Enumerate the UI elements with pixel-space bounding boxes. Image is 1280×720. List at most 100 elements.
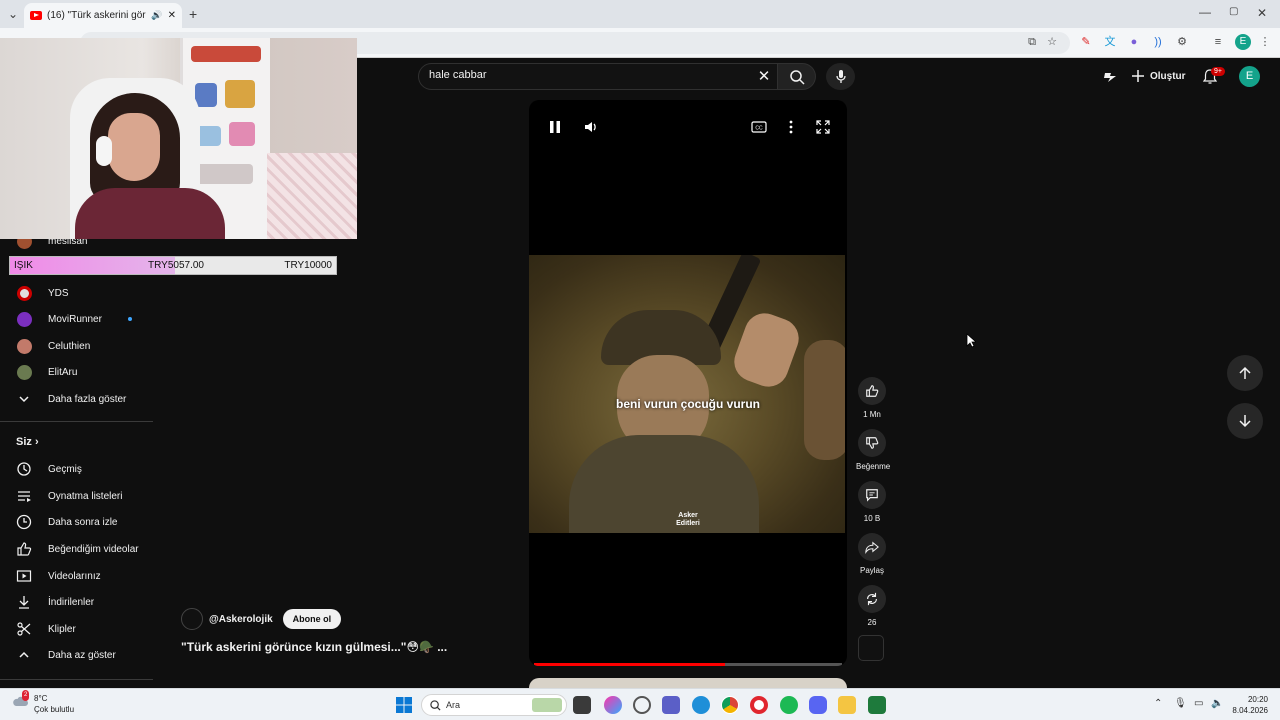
fullscreen-icon[interactable]: [814, 118, 832, 136]
extension-purple-icon[interactable]: ●: [1126, 34, 1142, 50]
svg-text:CC: CC: [755, 126, 763, 132]
sidebar-item-movirunner[interactable]: MoviRunner: [0, 306, 153, 332]
sidebar-item-your-videos[interactable]: Videolarınız: [0, 563, 153, 589]
settings-gear-icon[interactable]: [633, 696, 651, 714]
weather-temperature: 8°C: [34, 694, 48, 703]
opera-icon[interactable]: [750, 696, 768, 714]
sidebar-show-less[interactable]: Daha az göster: [0, 642, 153, 668]
extension-translate-icon[interactable]: 文: [1102, 34, 1118, 50]
chevron-down-icon: [16, 391, 32, 407]
tray-overflow-chevron-icon[interactable]: ⌃: [1154, 698, 1162, 709]
sidebar-item-label: Beğendiğim videolar: [48, 543, 139, 555]
copilot-icon[interactable]: [604, 696, 622, 714]
install-app-icon[interactable]: ⧉: [1024, 34, 1040, 50]
discord-icon[interactable]: [809, 696, 827, 714]
taskbar-search[interactable]: Ara: [421, 694, 567, 716]
sidebar-item-watch-later[interactable]: Daha sonra izle: [0, 509, 153, 535]
browser-menu-icon[interactable]: ⋮: [1257, 34, 1273, 50]
sidebar-item-celuthien[interactable]: Celuthien: [0, 333, 153, 359]
closed-captions-icon[interactable]: CC: [750, 118, 768, 136]
sidebar-item-yds[interactable]: YDS: [0, 280, 153, 306]
pause-icon[interactable]: [546, 118, 564, 136]
voice-search-button[interactable]: [826, 63, 855, 90]
search-box[interactable]: [418, 63, 778, 90]
sidebar-item-label: Videolarınız: [48, 570, 101, 582]
previous-short-button[interactable]: [1227, 355, 1263, 391]
taskbar-search-placeholder: Ara: [446, 700, 461, 710]
watch-later-icon: [16, 514, 32, 530]
close-window-button[interactable]: ✕: [1257, 6, 1267, 20]
sidebar-item-liked-videos[interactable]: Beğendiğim videolar: [0, 536, 153, 562]
share-button[interactable]: Paylaş: [856, 533, 888, 575]
extension-red-icon[interactable]: ✎: [1078, 34, 1094, 50]
taskbar-clock[interactable]: 20:20 8.04.2026: [1226, 694, 1268, 716]
sidebar-item-clips[interactable]: Klipler: [0, 616, 153, 642]
extension-audio-icon[interactable]: )): [1150, 34, 1166, 50]
comments-button[interactable]: 10 B: [856, 481, 888, 523]
sidebar-show-more[interactable]: Daha fazla göster: [0, 386, 153, 412]
channel-thumbnail[interactable]: [858, 635, 884, 661]
browser-tab[interactable]: (16) "Türk askerini görünce 🔊 ✕: [24, 3, 182, 28]
channel-avatar: [16, 338, 32, 354]
webcam-overlay: [0, 38, 357, 239]
spotify-icon[interactable]: [780, 696, 798, 714]
bookmark-star-icon[interactable]: ☆: [1044, 34, 1060, 50]
mouse-cursor-icon: [966, 333, 976, 348]
sidebar-section-you[interactable]: Siz ›: [16, 436, 39, 448]
comment-count: 10 B: [863, 514, 881, 523]
reading-list-icon[interactable]: ≡: [1210, 34, 1226, 50]
like-button[interactable]: 1 Mn: [856, 377, 888, 419]
shorts-player[interactable]: beni vurun çocuğu vurun Asker Editleri C…: [529, 100, 847, 666]
donation-name: IŞIK: [14, 260, 33, 271]
ai-sparkle-icon[interactable]: [1101, 67, 1119, 85]
arrow-down-icon: [1239, 415, 1251, 428]
video-progress-fill: [534, 663, 725, 666]
sidebar-item-elitaru[interactable]: ElitAru: [0, 359, 153, 385]
sidebar-item-downloads[interactable]: İndirilenler: [0, 589, 153, 615]
short-title[interactable]: "Türk askerini görünce kızın gülmesi..."…: [181, 640, 447, 654]
tab-title: (16) "Türk askerini görünce: [47, 10, 146, 21]
like-count: 1 Mn: [863, 410, 881, 419]
maximize-button[interactable]: ▢: [1229, 6, 1238, 17]
file-explorer-icon[interactable]: [838, 696, 856, 714]
volume-icon[interactable]: [582, 118, 600, 136]
search-button[interactable]: [778, 63, 816, 90]
speaker-icon[interactable]: 🔈: [1211, 698, 1223, 709]
more-options-icon[interactable]: [782, 118, 800, 136]
video-progress-bar[interactable]: [534, 663, 842, 666]
tab-audio-icon[interactable]: 🔊: [151, 10, 162, 21]
new-tab-button[interactable]: +: [189, 6, 197, 22]
weather-alert-badge: 2: [22, 690, 30, 701]
remix-button[interactable]: 26: [856, 585, 888, 627]
dislike-button[interactable]: Beğenme: [856, 429, 890, 471]
edge-icon[interactable]: [692, 696, 710, 714]
video-frame: [529, 255, 845, 533]
clear-search-icon[interactable]: ✕: [754, 67, 774, 87]
minimize-button[interactable]: —: [1199, 5, 1211, 19]
network-icon[interactable]: ▭: [1194, 698, 1203, 709]
app-icon[interactable]: [868, 696, 886, 714]
arrow-up-icon: [1239, 366, 1251, 379]
next-short-button[interactable]: [1227, 403, 1263, 439]
comment-icon: [858, 481, 886, 509]
teams-icon[interactable]: [662, 696, 680, 714]
channel-name[interactable]: @Askerolojik: [209, 614, 273, 625]
browser-profile-avatar[interactable]: E: [1235, 34, 1251, 50]
microphone-tray-icon[interactable]: 🎙: [1174, 698, 1187, 709]
account-avatar[interactable]: E: [1239, 66, 1260, 87]
task-view-icon[interactable]: [573, 696, 591, 714]
tab-close-icon[interactable]: ✕: [168, 10, 176, 21]
chrome-icon[interactable]: [721, 696, 739, 714]
extensions-puzzle-icon[interactable]: ⚙: [1174, 34, 1190, 50]
sidebar: mesilsan YDS MoviRunner Celuthien ElitAr…: [0, 233, 153, 686]
tab-list-chevron-icon[interactable]: ⌄: [8, 7, 18, 21]
windows-start-icon[interactable]: [396, 697, 412, 713]
sidebar-item-playlists[interactable]: Oynatma listeleri: [0, 483, 153, 509]
video-watermark: Asker Editleri: [676, 512, 700, 527]
subscribe-button[interactable]: Abone ol: [282, 609, 342, 629]
create-label: Oluştur: [1150, 70, 1186, 82]
sidebar-item-history[interactable]: Geçmiş: [0, 456, 153, 482]
channel-avatar[interactable]: [181, 608, 203, 630]
create-button[interactable]: Oluştur: [1131, 66, 1186, 86]
search-input[interactable]: [429, 69, 749, 81]
